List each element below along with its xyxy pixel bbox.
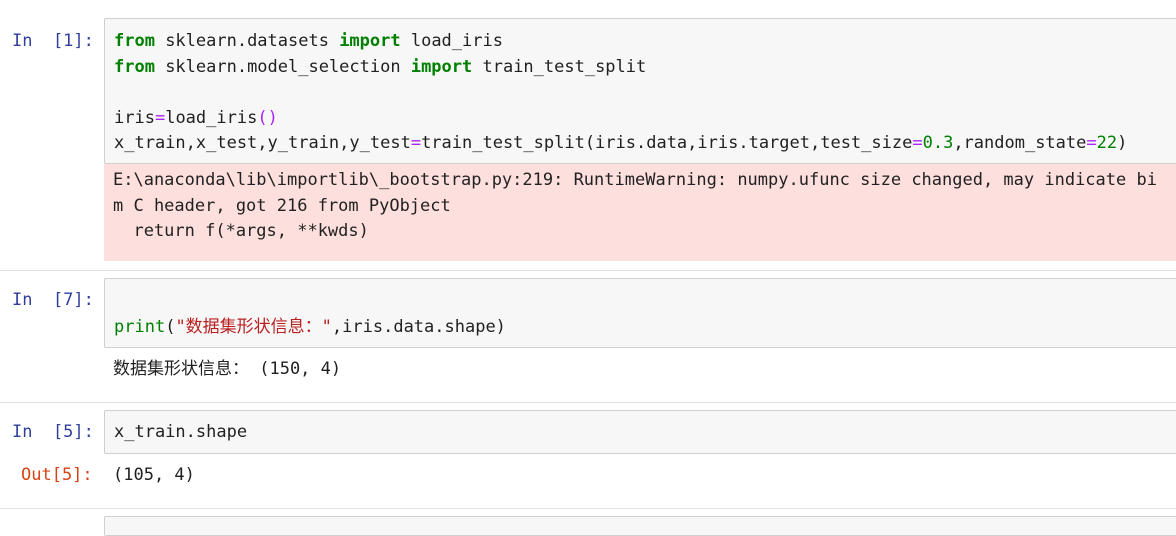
cell-divider [0, 270, 1176, 271]
stdout-output: 数据集形状信息： (150, 4) [113, 359, 342, 379]
code-lines: from sklearn.datasets import load_iris fr… [114, 29, 1176, 157]
code-token: x_train,x_test,y_train,y_test [114, 133, 411, 153]
code-token: ( [165, 316, 176, 337]
code-token: load_iris [165, 107, 258, 128]
code-token: = [912, 133, 923, 153]
code-token: 0.3 [922, 133, 954, 153]
code-editor[interactable]: from sklearn.datasets import load_iris fr… [104, 18, 1176, 164]
code-token: ,random_state [953, 133, 1087, 153]
code-line: iris=load_iris() [114, 106, 1176, 132]
execute-result: (105, 4) [113, 465, 195, 485]
code-lines: print("数据集形状信息：",iris.data.shape) [114, 289, 1176, 340]
code-editor[interactable]: print("数据集形状信息：",iris.data.shape) [104, 278, 1176, 348]
code-token: from [114, 31, 155, 51]
code-line: from sklearn.model_selection import trai… [114, 55, 1176, 81]
code-token: sklearn.model_selection [154, 56, 411, 77]
code-token: from [114, 56, 155, 77]
stderr-output: E:\anaconda\lib\importlib\_bootstrap.py:… [104, 164, 1176, 261]
code-token: () [257, 107, 278, 128]
code-token: ,iris.data.shape) [331, 316, 506, 337]
code-token: sklearn.datasets [154, 31, 340, 51]
code-token: print [114, 316, 166, 337]
code-token: train_test_split(iris.data,iris.target,t… [421, 133, 913, 153]
stderr-line: m C header, got 216 from PyObject [113, 195, 451, 216]
code-token: = [1086, 133, 1097, 153]
code-line: x_train,x_test,y_train,y_test=train_test… [114, 131, 1176, 157]
input-prompt: In [5]: [12, 422, 94, 442]
code-token: x_train.shape [114, 422, 248, 442]
code-token: = [154, 107, 166, 128]
stderr-line: return f(*args, **kwds) [113, 221, 369, 241]
code-token: 22 [1096, 133, 1118, 153]
code-editor[interactable]: x_train.shape [104, 410, 1176, 454]
next-code-editor[interactable] [104, 516, 1176, 536]
code-line: print("数据集形状信息：",iris.data.shape) [114, 315, 1176, 341]
code-token: load_iris [400, 31, 503, 51]
code-line: x_train.shape [114, 420, 1176, 446]
cell-divider [0, 402, 1176, 403]
input-prompt: In [7]: [12, 290, 94, 310]
code-lines: x_train.shape [114, 420, 1176, 446]
output-prompt: Out[5]: [21, 465, 93, 485]
input-prompt: In [1]: [12, 31, 94, 51]
stderr-line: E:\anaconda\lib\importlib\_bootstrap.py:… [113, 170, 1157, 190]
code-token: import [339, 31, 401, 51]
code-token: ) [1117, 133, 1128, 153]
code-token: = [410, 133, 422, 153]
code-token: iris [114, 107, 155, 128]
code-token: train_test_split [472, 56, 647, 77]
cell-divider [0, 508, 1176, 509]
code-token: "数据集形状信息：" [175, 316, 332, 337]
code-line: from sklearn.datasets import load_iris [114, 29, 1176, 55]
code-token: import [410, 56, 473, 77]
